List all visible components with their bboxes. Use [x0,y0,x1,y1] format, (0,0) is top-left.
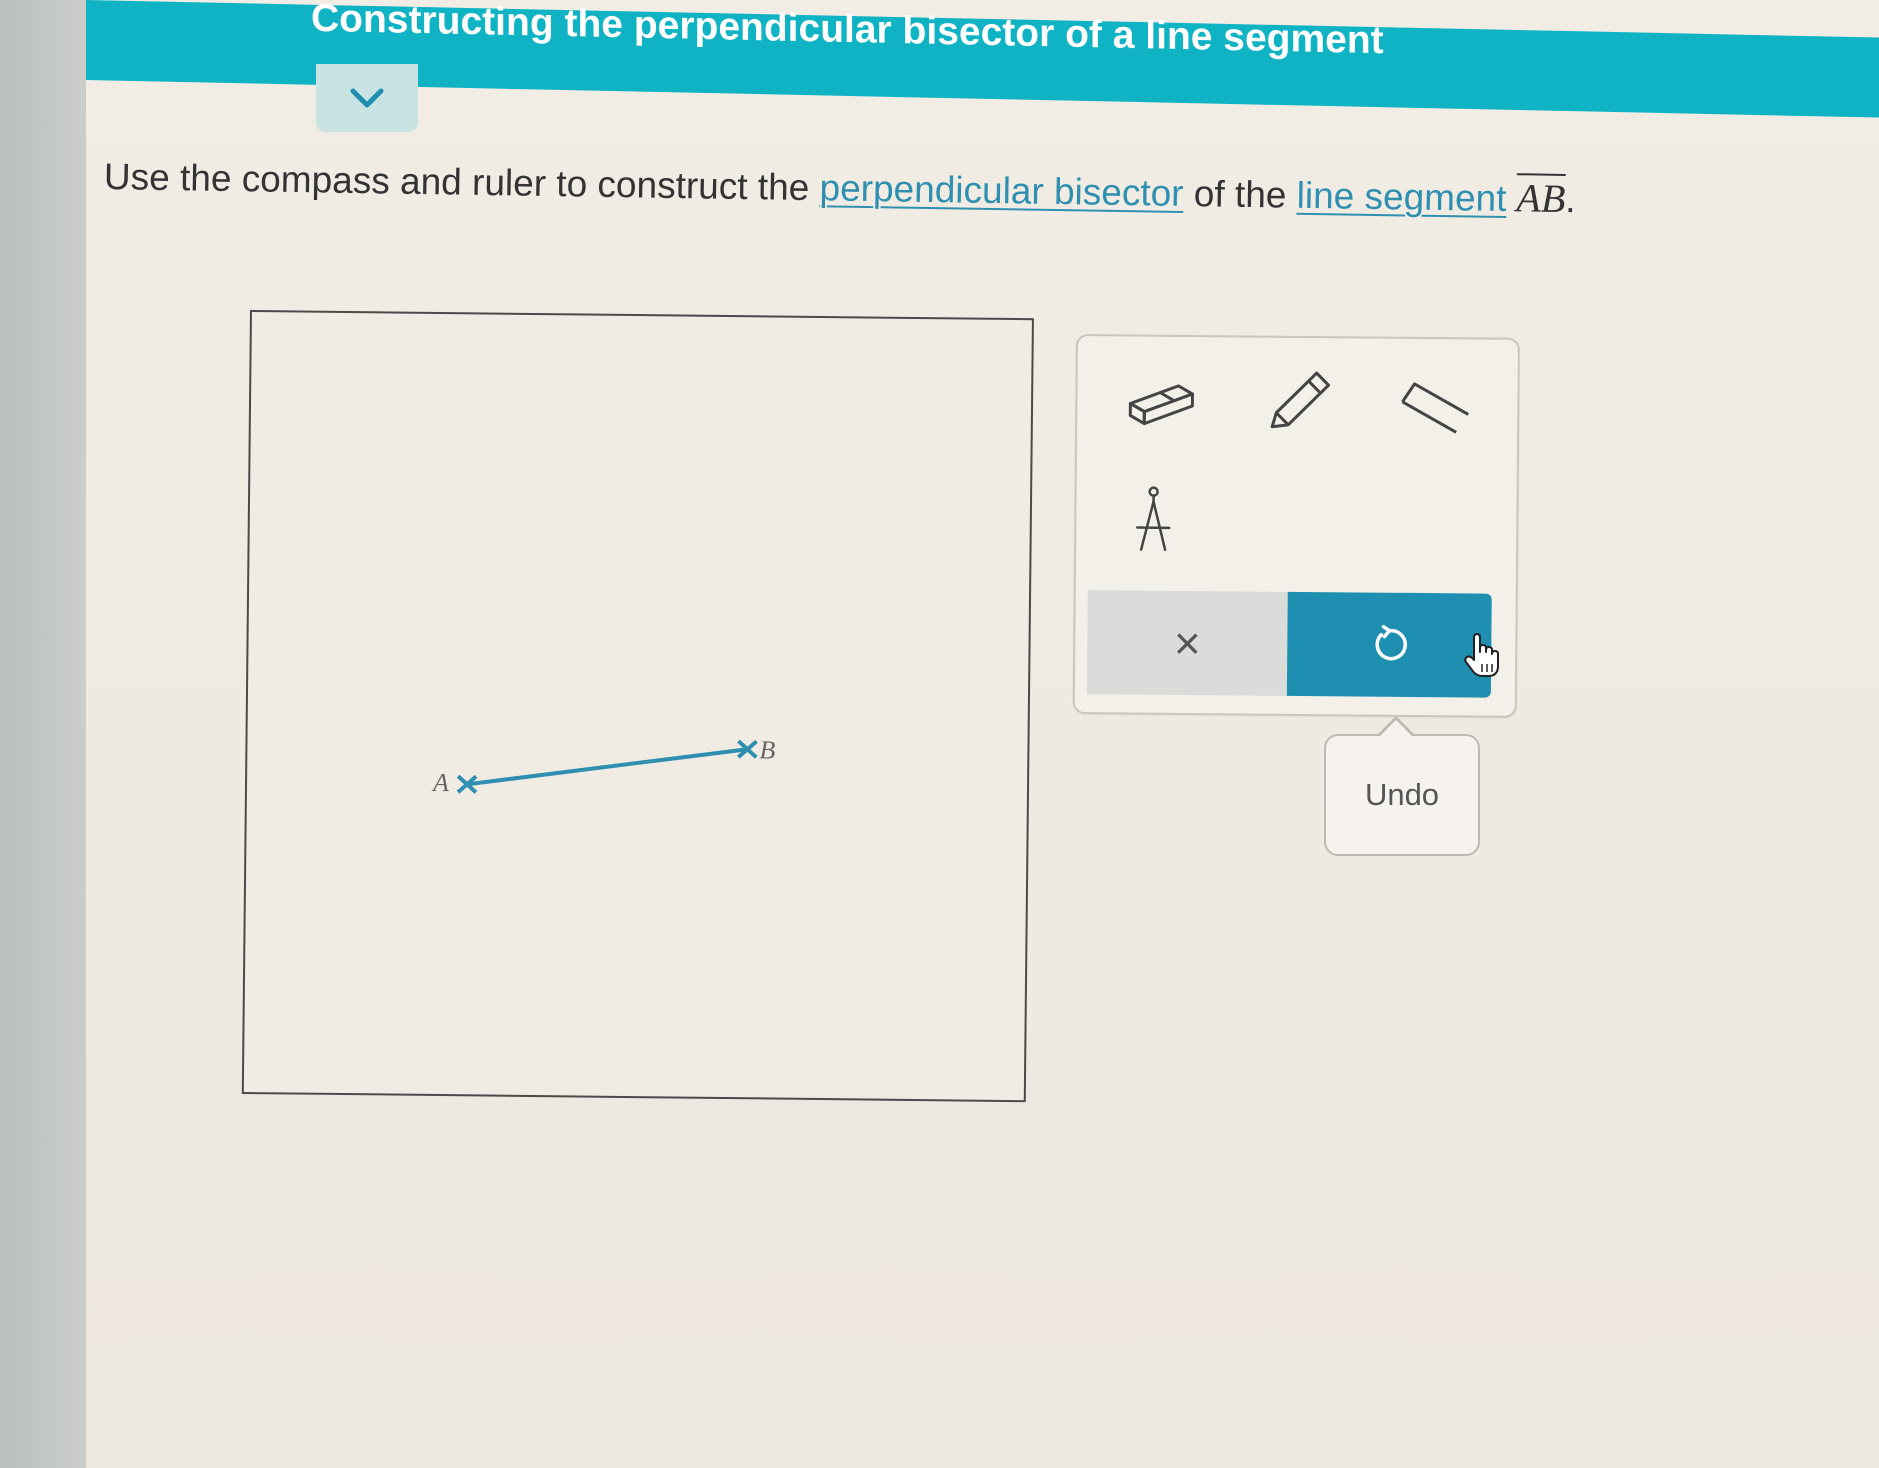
segment-ab-notation: AB [1516,175,1566,221]
line-segment-link[interactable]: line segment [1296,175,1506,219]
chevron-down-icon [350,88,384,108]
undo-tooltip: Undo [1324,734,1480,856]
ruler-icon [1401,382,1470,434]
instructions-prefix: Use the compass and ruler to construct t… [103,156,820,209]
perpendicular-bisector-link[interactable]: perpendicular bisector [819,167,1184,214]
clear-button[interactable]: × [1086,590,1288,696]
line-segment-ab [466,747,748,787]
point-a-label: A [432,767,450,798]
point-b-label: B [759,735,776,765]
tooltip-arrow-fill [1379,720,1413,737]
construction-drawing [456,739,758,794]
instructions-suffix: . [1565,178,1576,221]
tool-palette: × [1072,334,1520,718]
undo-button[interactable] [1286,591,1492,698]
eraser-tool-button[interactable] [1115,354,1206,445]
pencil-icon [1270,371,1331,429]
hand-cursor-icon [1464,633,1499,677]
ruler-tool-button[interactable] [1389,357,1480,448]
compass-icon [1136,486,1171,552]
eraser-icon [1128,384,1194,426]
undo-icon [1375,624,1407,661]
pencil-tool-button[interactable] [1253,356,1344,447]
compass-tool-button[interactable] [1108,474,1199,565]
instructions-middle: of the [1183,172,1298,216]
page-title: Constructing the perpendicular bisector … [311,0,1384,63]
collapse-toggle-button[interactable] [316,64,418,132]
construction-canvas[interactable]: A B [241,310,1034,1103]
